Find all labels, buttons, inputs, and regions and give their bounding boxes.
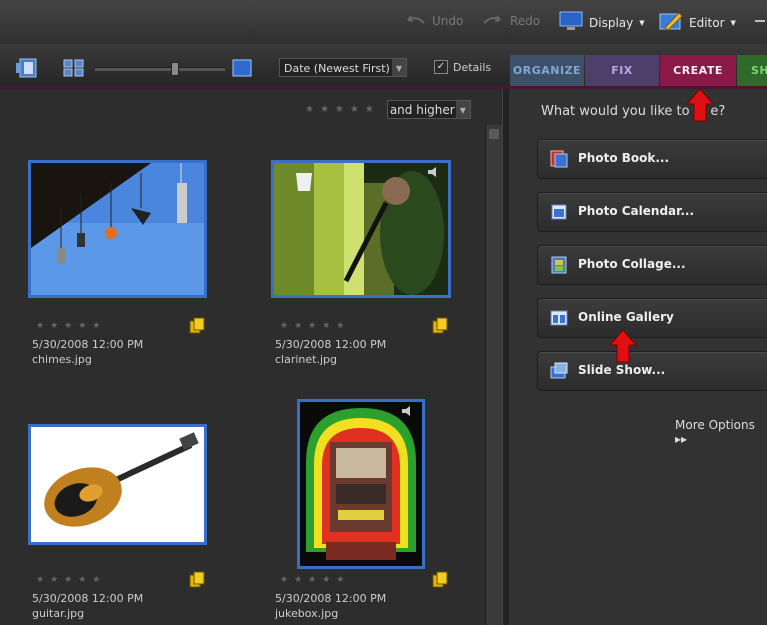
photo-date: 5/30/2008 12:00 PM xyxy=(275,338,387,351)
photo-caption: 5/30/2008 12:00 PM clarinet.jpg xyxy=(275,337,386,367)
clarinet-image xyxy=(274,163,448,295)
chevron-down-icon: ▼ xyxy=(455,101,470,118)
vertical-scrollbar[interactable] xyxy=(485,125,503,625)
editor-menu[interactable]: Editor ▼ xyxy=(659,11,736,34)
tab-label: ORGANIZE xyxy=(512,64,582,77)
collage-icon xyxy=(551,256,567,274)
photo-filename: guitar.jpg xyxy=(32,607,85,620)
redo-icon xyxy=(482,14,504,28)
sort-order-value: Date (Newest First) xyxy=(284,62,390,75)
photo-filename: clarinet.jpg xyxy=(275,353,337,366)
photo-rating[interactable]: ★★★★★ xyxy=(36,575,106,585)
more-options-button[interactable]: More Options ▸▸ xyxy=(675,418,767,446)
tag-icon[interactable] xyxy=(189,571,205,589)
monitor-icon xyxy=(559,11,583,34)
grid-view-icon[interactable] xyxy=(63,59,85,81)
rating-comparison-select[interactable]: and higher ▼ xyxy=(386,100,471,119)
button-label: Photo Book... xyxy=(578,151,670,165)
photo-calendar-button[interactable]: Photo Calendar... xyxy=(537,192,767,232)
undo-button[interactable]: Undo xyxy=(404,14,463,28)
photo-date: 5/30/2008 12:00 PM xyxy=(275,592,387,605)
tag-icon[interactable] xyxy=(432,571,448,589)
editor-label: Editor xyxy=(689,15,725,30)
tab-share[interactable]: SH xyxy=(737,55,767,86)
undo-icon xyxy=(404,14,426,28)
photo-rating[interactable]: ★★★★★ xyxy=(36,321,106,331)
undo-label: Undo xyxy=(432,14,464,28)
photo-thumbnail-guitar[interactable] xyxy=(28,424,207,545)
sort-order-select[interactable]: Date (Newest First) ▼ xyxy=(279,58,407,77)
photo-caption: 5/30/2008 12:00 PM guitar.jpg xyxy=(32,591,143,621)
slide-show-button[interactable]: Slide Show... xyxy=(537,351,767,391)
tag-icon[interactable] xyxy=(189,317,205,335)
slide-show-icon xyxy=(550,362,568,379)
tab-create[interactable]: CREATE xyxy=(660,55,736,86)
single-photo-view-icon[interactable] xyxy=(232,59,252,81)
chevron-down-icon: ▼ xyxy=(639,18,645,27)
photo-book-button[interactable]: Photo Book... xyxy=(537,139,767,179)
callout-arrow-up xyxy=(686,88,714,122)
photo-date: 5/30/2008 12:00 PM xyxy=(32,592,144,605)
menu-bar: Undo Redo Display ▼ Editor ▼ xyxy=(0,0,767,45)
editor-pencil-icon xyxy=(659,11,683,34)
photo-rating[interactable]: ★★★★★ xyxy=(280,321,350,331)
jukebox-image xyxy=(300,402,422,566)
tab-organize[interactable]: ORGANIZE xyxy=(510,55,584,86)
rating-comparison-value: and higher xyxy=(389,103,455,117)
photo-collage-button[interactable]: Photo Collage... xyxy=(537,245,767,285)
button-label: Online Gallery xyxy=(578,310,674,324)
photo-caption: 5/30/2008 12:00 PM chimes.jpg xyxy=(32,337,143,367)
minimize-icon[interactable] xyxy=(755,20,765,22)
photo-thumbnail-jukebox[interactable] xyxy=(297,399,425,569)
chevron-down-icon: ▼ xyxy=(730,18,736,27)
button-label: Slide Show... xyxy=(578,363,666,377)
online-gallery-button[interactable]: Online Gallery xyxy=(537,298,767,338)
audio-icon xyxy=(428,167,436,177)
details-toggle[interactable]: ✓ Details xyxy=(434,60,491,74)
photo-filename: chimes.jpg xyxy=(32,353,92,366)
redo-label: Redo xyxy=(510,14,541,28)
tag-icon[interactable] xyxy=(432,317,448,335)
scroll-up-icon[interactable] xyxy=(489,129,499,139)
calendar-icon xyxy=(551,204,567,220)
rating-stars[interactable]: ★★★★★ xyxy=(305,104,380,115)
tab-label: CREATE xyxy=(673,64,723,77)
details-checkbox[interactable]: ✓ xyxy=(434,60,448,74)
display-label: Display xyxy=(589,15,634,30)
photo-rating[interactable]: ★★★★★ xyxy=(280,575,350,585)
button-label: Photo Collage... xyxy=(578,257,686,271)
rating-filter[interactable]: ★★★★★ and higher ▼ xyxy=(305,100,471,119)
photo-date: 5/30/2008 12:00 PM xyxy=(32,338,144,351)
photo-caption: 5/30/2008 12:00 PM jukebox.jpg xyxy=(275,591,386,621)
tab-label: SH xyxy=(751,64,767,77)
photo-thumbnail-chimes[interactable] xyxy=(28,160,207,298)
chevron-down-icon: ▼ xyxy=(392,59,406,76)
button-label: Photo Calendar... xyxy=(578,204,695,218)
display-menu[interactable]: Display ▼ xyxy=(559,11,645,34)
callout-arrow-up xyxy=(609,329,637,363)
browse-folders-icon[interactable] xyxy=(16,57,40,83)
chimes-image xyxy=(31,163,204,295)
audio-icon xyxy=(402,406,410,416)
online-gallery-icon xyxy=(550,310,568,326)
guitar-image xyxy=(31,427,204,542)
details-label: Details xyxy=(453,60,492,74)
thumbnail-size-slider[interactable] xyxy=(95,67,225,71)
tab-label: FIX xyxy=(611,64,633,77)
redo-button[interactable]: Redo xyxy=(482,14,540,28)
photo-filename: jukebox.jpg xyxy=(275,607,339,620)
photo-thumbnail-clarinet[interactable] xyxy=(271,160,451,298)
photo-book-icon xyxy=(550,150,568,168)
slider-thumb[interactable] xyxy=(171,62,179,76)
tab-fix[interactable]: FIX xyxy=(585,55,659,86)
